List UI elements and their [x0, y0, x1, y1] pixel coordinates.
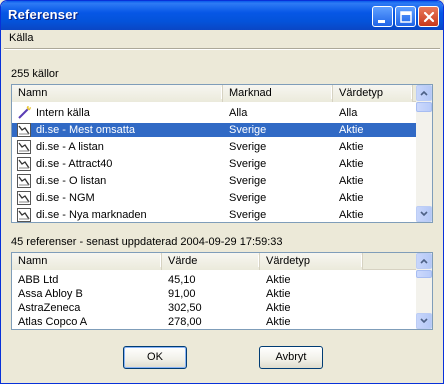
- chart-icon: [17, 208, 31, 222]
- maximize-icon: [400, 11, 412, 23]
- source-market: Sverige: [229, 209, 267, 221]
- reference-type: Aktie: [266, 302, 291, 314]
- minimize-icon: [378, 20, 385, 23]
- source-name: di.se - O listan: [36, 175, 107, 187]
- minimize-button[interactable]: [372, 6, 393, 27]
- scroll-down-button[interactable]: [416, 313, 432, 329]
- reference-name: ABB Ltd: [18, 274, 59, 286]
- references-status-label: 45 referenser - senast uppdaterad 2004-0…: [11, 236, 283, 248]
- menu-kalla[interactable]: Källa: [9, 32, 33, 44]
- source-name: di.se - Nya marknaden: [36, 209, 147, 221]
- list-item[interactable]: di.se - Mest omsatta Sverige Aktie: [12, 123, 416, 137]
- arrow-up-icon: [420, 90, 428, 96]
- reference-value: 91,00: [168, 288, 196, 300]
- table-row[interactable]: ABB Ltd 45,10 Aktie: [12, 273, 416, 287]
- list-item[interactable]: di.se - O listan Sverige Aktie: [12, 174, 416, 188]
- source-type: Aktie: [339, 124, 364, 136]
- source-type: Aktie: [339, 158, 364, 170]
- reference-type: Aktie: [266, 316, 291, 328]
- chart-icon: [17, 140, 31, 154]
- reference-type: Aktie: [266, 274, 291, 286]
- source-market: Sverige: [229, 158, 267, 170]
- reference-value: 302,50: [168, 302, 202, 314]
- list-item[interactable]: di.se - Nya marknaden Sverige Aktie: [12, 208, 416, 222]
- chart-icon: [17, 123, 31, 137]
- reference-name: Assa Abloy B: [18, 288, 83, 300]
- references-list[interactable]: Namn Värde Värdetyp ABB Ltd 45,10 Aktie …: [11, 252, 433, 330]
- source-type: Aktie: [339, 192, 364, 204]
- arrow-up-icon: [420, 258, 428, 264]
- source-market: Sverige: [229, 124, 267, 136]
- scroll-up-button[interactable]: [416, 253, 432, 269]
- table-row[interactable]: Atlas Copco A 278,00 Aktie: [12, 315, 416, 329]
- wand-icon: [18, 106, 31, 119]
- scroll-thumb[interactable]: [416, 270, 432, 278]
- chart-icon: [17, 174, 31, 188]
- window-title: Referenser: [8, 7, 78, 22]
- list-item[interactable]: di.se - A listan Sverige Aktie: [12, 140, 416, 154]
- reference-type: Aktie: [266, 288, 291, 300]
- chart-icon: [17, 157, 31, 171]
- source-market: Sverige: [229, 175, 267, 187]
- source-type: Aktie: [339, 175, 364, 187]
- source-name: di.se - A listan: [36, 141, 104, 153]
- column-header-vardetyp[interactable]: Värdetyp: [333, 85, 413, 102]
- source-type: Aktie: [339, 141, 364, 153]
- list-item[interactable]: Intern källa Alla Alla: [12, 106, 416, 120]
- menu-divider: [4, 48, 440, 50]
- source-name: di.se - Mest omsatta: [36, 124, 136, 136]
- scroll-thumb[interactable]: [416, 102, 432, 112]
- references-list-header: Namn Värde Värdetyp: [12, 253, 416, 270]
- reference-value: 278,00: [168, 316, 202, 328]
- ok-button[interactable]: OK: [123, 346, 187, 369]
- title-bar[interactable]: Referenser: [1, 1, 443, 30]
- sources-list[interactable]: Namn Marknad Värdetyp Intern källa Alla …: [11, 84, 433, 223]
- sources-list-header: Namn Marknad Värdetyp: [12, 85, 416, 102]
- column-header-varde[interactable]: Värde: [162, 253, 260, 270]
- table-row[interactable]: Assa Abloy B 91,00 Aktie: [12, 287, 416, 301]
- maximize-button[interactable]: [395, 6, 416, 27]
- source-name: di.se - Attract40: [36, 158, 113, 170]
- sources-count-label: 255 källor: [11, 68, 59, 80]
- cancel-button[interactable]: Avbryt: [259, 346, 323, 369]
- referenser-dialog: Referenser Källa 255 källor Namn Marknad…: [0, 0, 444, 384]
- column-header-marknad[interactable]: Marknad: [223, 85, 333, 102]
- source-market: Sverige: [229, 192, 267, 204]
- source-market: Sverige: [229, 141, 267, 153]
- close-button[interactable]: [418, 6, 439, 27]
- source-name: Intern källa: [36, 107, 90, 119]
- sources-scrollbar[interactable]: [416, 85, 432, 222]
- source-name: di.se - NGM: [36, 192, 95, 204]
- reference-value: 45,10: [168, 274, 196, 286]
- arrow-down-icon: [420, 318, 428, 324]
- close-icon: [423, 11, 435, 23]
- list-item[interactable]: di.se - NGM Sverige Aktie: [12, 191, 416, 205]
- table-row[interactable]: AstraZeneca 302,50 Aktie: [12, 301, 416, 315]
- scroll-up-button[interactable]: [416, 85, 432, 101]
- reference-name: AstraZeneca: [18, 302, 81, 314]
- column-header-namn[interactable]: Namn: [12, 253, 162, 270]
- source-type: Alla: [339, 107, 358, 119]
- menu-bar: Källa: [4, 30, 440, 48]
- column-header-namn[interactable]: Namn: [12, 85, 223, 102]
- references-scrollbar[interactable]: [416, 253, 432, 329]
- arrow-down-icon: [420, 211, 428, 217]
- source-market: Alla: [229, 107, 248, 119]
- source-type: Aktie: [339, 209, 364, 221]
- scroll-down-button[interactable]: [416, 206, 432, 222]
- reference-name: Atlas Copco A: [18, 316, 88, 328]
- column-header-vardetyp[interactable]: Värdetyp: [260, 253, 363, 270]
- list-item[interactable]: di.se - Attract40 Sverige Aktie: [12, 157, 416, 171]
- chart-icon: [17, 191, 31, 205]
